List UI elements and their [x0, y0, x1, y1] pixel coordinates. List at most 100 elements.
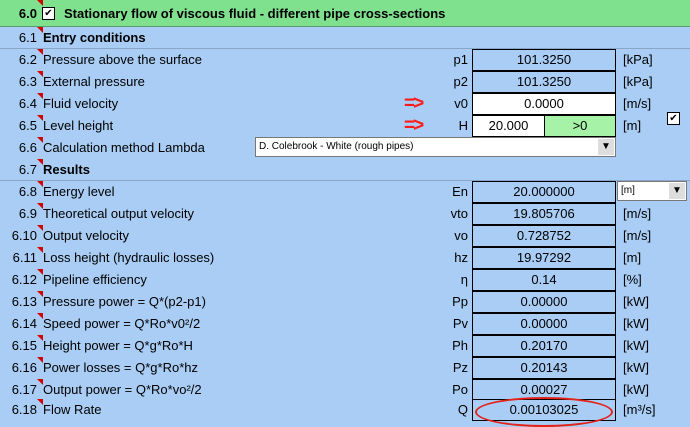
row-number: 6.1	[18, 30, 37, 45]
row-power-losses: 6.16 Power losses = Q*g*Ro*hz Pz 0.20143…	[0, 357, 690, 379]
row-number: 6.16	[11, 360, 37, 375]
row-symbol: Ph	[452, 338, 468, 353]
row-pressure-power: 6.13 Pressure power = Q*(p2-p1) Pp 0.000…	[0, 291, 690, 313]
row-height-power: 6.15 Height power = Q*g*Ro*H Ph 0.20170 …	[0, 335, 690, 357]
row-pressure-surface: 6.2 Pressure above the surface p1 101.32…	[0, 49, 690, 125]
row-number: 6.14	[11, 316, 37, 331]
row-symbol: Pp	[452, 294, 468, 309]
row-entry-conditions: 6.1 Entry conditions	[0, 27, 690, 49]
value-cell: 0.20170	[472, 335, 616, 357]
validation-cell: >0	[544, 115, 616, 137]
row-symbol: vto	[450, 206, 468, 221]
row-pipeline-efficiency: 6.12 Pipeline efficiency η 0.14 [%]	[0, 269, 690, 291]
fluid-velocity-input[interactable]: 0.0000	[472, 93, 616, 115]
row-symbol: hz	[454, 250, 468, 265]
unit-label: [kPa]	[623, 74, 653, 89]
row-number: 6.11	[12, 250, 37, 265]
row-label: Speed power = Q*Ro*v0²/2	[43, 316, 201, 331]
row-symbol: H	[458, 118, 468, 133]
unit-label: [kPa]	[623, 52, 653, 67]
row-number: 6.15	[11, 338, 37, 353]
row-symbol: η	[460, 272, 468, 287]
value-cell: 101.3250	[472, 71, 616, 93]
row-label: Calculation method Lambda	[43, 140, 205, 155]
row-label: Power losses = Q*g*Ro*hz	[43, 360, 198, 375]
row-label: Output power = Q*Ro*vo²/2	[43, 382, 202, 397]
highlight-ellipse	[475, 397, 613, 427]
row-label: Flow Rate	[43, 402, 102, 417]
row-energy-level: 6.8 Energy level En 20.000000 [m] ▼	[0, 181, 690, 203]
row-number: 6.18	[11, 402, 37, 417]
unit-label: [%]	[623, 272, 642, 287]
row-label: Energy level	[43, 184, 115, 199]
row-number: 6.12	[11, 272, 37, 287]
row-label: Pipeline efficiency	[43, 272, 147, 287]
value-cell: 20.000000	[472, 181, 616, 203]
row-symbol: En	[452, 184, 468, 199]
row-number: 6.3	[18, 74, 37, 89]
lambda-method-select[interactable]: D. Colebrook - White (rough pipes) ▼	[255, 137, 616, 157]
row-external-pressure: 6.3 External pressure p2 101.3250 [kPa]	[0, 71, 690, 93]
row-loss-height: 6.11 Loss height (hydraulic losses) hz 1…	[0, 247, 690, 269]
section-checkbox[interactable]: ✔	[42, 7, 55, 20]
unit-label: [m/s]	[623, 96, 652, 111]
value-cell: 101.3250	[472, 49, 616, 71]
row-label: Fluid velocity	[43, 96, 119, 111]
group-heading: Entry conditions	[43, 30, 146, 45]
row-symbol: Po	[452, 382, 468, 397]
unit-label: [m]	[623, 250, 642, 265]
row-output-velocity: 6.10 Output velocity vo 0.728752 [m/s]	[0, 225, 690, 247]
row-symbol: p2	[453, 74, 468, 89]
row-symbol: vo	[454, 228, 468, 243]
unit-label: [kW]	[623, 294, 649, 309]
triangle-down-icon[interactable]: ▼	[669, 183, 685, 199]
section-number: 6.0	[18, 6, 37, 21]
row-number: 6.5	[18, 118, 37, 133]
row-label: Pressure above the surface	[43, 52, 202, 67]
row-symbol: Pz	[452, 360, 468, 375]
row-symbol: v0	[454, 96, 468, 111]
row-number: 6.9	[18, 206, 37, 221]
row-number: 6.13	[11, 294, 37, 309]
section-header: 6.0 ✔ Stationary flow of viscous fluid -…	[0, 0, 690, 27]
lambda-method-value: D. Colebrook - White (rough pipes)	[259, 141, 414, 152]
row-symbol: Pv	[452, 316, 468, 331]
row-label: Pressure power = Q*(p2-p1)	[43, 294, 206, 309]
row-results: 6.7 Results	[0, 159, 690, 181]
value-cell: 0.20143	[472, 357, 616, 379]
row-theoretical-velocity: 6.9 Theoretical output velocity vto 19.8…	[0, 203, 690, 225]
row-level-height: 6.5 Level height => H 20.000 >0 [m]	[0, 115, 690, 137]
comment-marker	[37, 0, 43, 6]
row-speed-power: 6.14 Speed power = Q*Ro*v0²/2 Pv 0.00000…	[0, 313, 690, 335]
value-cell: 0.00000	[472, 313, 616, 335]
row-label: Height power = Q*g*Ro*H	[43, 338, 193, 353]
value-cell: 19.97292	[472, 247, 616, 269]
unit-label: [kW]	[623, 360, 649, 375]
level-height-input[interactable]: 20.000	[472, 115, 545, 137]
row-calculation-method: 6.6 Calculation method Lambda D. Colebro…	[0, 137, 690, 159]
row-label: Level height	[43, 118, 114, 133]
unit-label: [m³/s]	[623, 402, 656, 417]
triangle-down-icon[interactable]: ▼	[598, 139, 614, 155]
row-number: 6.10	[11, 228, 37, 243]
row-label: Loss height (hydraulic losses)	[43, 250, 215, 265]
unit-label: [kW]	[623, 338, 649, 353]
unit-label: [kW]	[623, 316, 649, 331]
row-label: External pressure	[43, 74, 145, 89]
row-fluid-velocity: 6.4 Fluid velocity => v0 0.0000 [m/s]	[0, 93, 690, 115]
energy-unit-select[interactable]: [m] ▼	[617, 181, 687, 201]
row-number: 6.8	[18, 184, 37, 199]
value-cell: 0.728752	[472, 225, 616, 247]
row-number: 6.7	[18, 162, 37, 177]
energy-unit-value: [m]	[621, 185, 635, 196]
unit-label: [m]	[623, 118, 642, 133]
group-heading: Results	[43, 162, 90, 177]
row-number: 6.17	[11, 382, 37, 397]
row-number: 6.6	[18, 140, 37, 155]
row-label: Output velocity	[43, 228, 129, 243]
unit-label: [kW]	[623, 382, 649, 397]
unit-label: [m/s]	[623, 228, 652, 243]
row-number: 6.4	[18, 96, 37, 111]
row-output-power: 6.17 Output power = Q*Ro*vo²/2 Po 0.0002…	[0, 379, 690, 401]
row-symbol: Q	[457, 402, 468, 417]
